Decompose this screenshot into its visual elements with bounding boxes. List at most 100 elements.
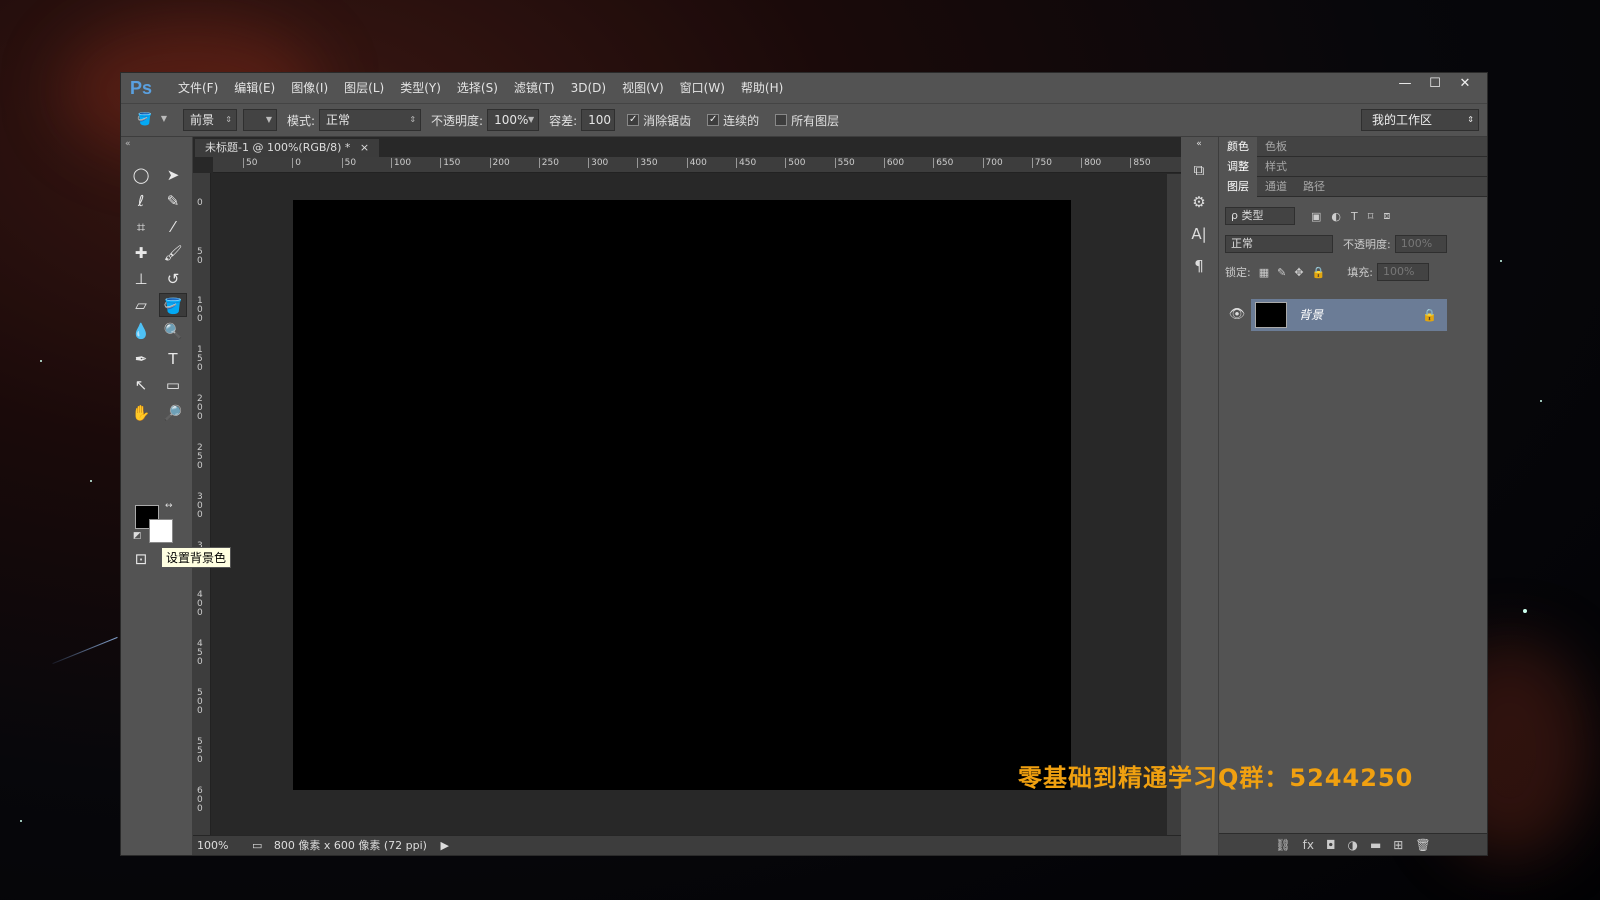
tool-preset-picker[interactable]: 🪣 ▼ (131, 109, 171, 131)
all-layers-checkbox[interactable] (775, 114, 788, 126)
collapse-toolbox-icon[interactable]: « (125, 139, 131, 149)
quick-select-tool-icon[interactable]: ✎ (159, 189, 187, 213)
paint-bucket-tool-icon[interactable]: 🪣 (159, 293, 187, 317)
mode-label: 模式: (287, 113, 316, 128)
crop-tool-icon[interactable]: ⌗ (127, 215, 155, 239)
menu-edit[interactable]: 编辑(E) (226, 73, 283, 103)
add-mask-icon[interactable]: ◘ (1326, 838, 1336, 852)
contiguous-checkbox[interactable]: ✓ (707, 114, 720, 126)
filter-shape-icon[interactable]: ⌑ (1368, 210, 1374, 223)
dodge-tool-icon[interactable]: 🔍 (159, 319, 187, 343)
fx-icon[interactable]: fx (1303, 838, 1314, 852)
paragraph-panel-icon[interactable]: ¶ (1181, 253, 1217, 279)
filter-pixel-icon[interactable]: ▣ (1311, 210, 1321, 223)
adjustment-layer-icon[interactable]: ◑ (1347, 838, 1357, 852)
filter-adjustment-icon[interactable]: ◐ (1331, 210, 1341, 223)
mode-select[interactable]: 正常 ⇕ (319, 109, 422, 131)
pen-tool-icon[interactable]: ✒ (127, 347, 155, 371)
history-brush-tool-icon[interactable]: ↺ (159, 267, 187, 291)
tab-channels[interactable]: 通道 (1257, 177, 1295, 197)
hand-tool-icon[interactable]: ✋ (127, 401, 155, 425)
layer-filter-select[interactable]: ρ 类型 (1225, 207, 1295, 225)
menu-select[interactable]: 选择(S) (449, 73, 506, 103)
opacity-input[interactable]: 100% ▼ (487, 109, 540, 131)
layer-row[interactable]: 👁 背景 🔒 (1225, 299, 1447, 331)
tab-color[interactable]: 颜色 (1219, 136, 1257, 157)
eyedropper-tool-icon[interactable]: ⁄ (159, 215, 187, 239)
panels-dock: 颜色 色板 调整 样式 图层 通道 路径 ρ 类型 ▣ ◐ T ⌑ ⧈ 正常 不… (1219, 136, 1487, 855)
brush-tool-icon[interactable]: 🖌 (159, 241, 187, 265)
menu-help[interactable]: 帮助(H) (733, 73, 791, 103)
filter-smart-object-icon[interactable]: ⧈ (1383, 209, 1390, 223)
menu-file[interactable]: 文件(F) (170, 73, 226, 103)
eraser-tool-icon[interactable]: ▱ (127, 293, 155, 317)
path-select-tool-icon[interactable]: ↖ (127, 373, 155, 397)
healing-brush-tool-icon[interactable]: ✚ (127, 241, 155, 265)
clone-stamp-tool-icon[interactable]: ⊥ (127, 267, 155, 291)
tab-swatches[interactable]: 色板 (1257, 137, 1295, 157)
blur-tool-icon[interactable]: 💧 (127, 319, 155, 343)
tolerance-input[interactable]: 100 (581, 109, 616, 131)
ruler-tick-label: 200 (489, 158, 510, 168)
layer-body[interactable]: 背景 🔒 (1251, 299, 1447, 331)
default-colors-icon[interactable]: ◩ (133, 531, 142, 541)
layer-opacity-input[interactable]: 100% (1394, 235, 1447, 253)
zoom-level[interactable]: 100% (197, 839, 228, 852)
trash-icon[interactable]: 🗑 (1415, 838, 1430, 852)
eye-icon[interactable]: 👁 (1225, 299, 1249, 331)
close-button[interactable]: ✕ (1451, 73, 1479, 95)
minimize-button[interactable]: — (1391, 73, 1419, 95)
maximize-button[interactable]: ☐ (1421, 73, 1449, 95)
lock-transparency-icon[interactable]: ▦ (1259, 266, 1269, 279)
menu-view[interactable]: 视图(V) (614, 73, 672, 103)
new-group-icon[interactable]: ▬ (1370, 838, 1381, 852)
menu-image[interactable]: 图像(I) (283, 73, 336, 103)
tab-layers[interactable]: 图层 (1219, 176, 1257, 197)
ruler-tick-label: 350 (637, 158, 658, 168)
menu-layer[interactable]: 图层(L) (336, 73, 392, 103)
properties-panel-icon[interactable]: ⚙ (1181, 189, 1217, 215)
menu-window[interactable]: 窗口(W) (672, 73, 733, 103)
lasso-tool-icon[interactable]: ℓ (127, 189, 155, 213)
vertical-scrollbar[interactable] (1167, 174, 1181, 835)
background-color-swatch[interactable] (149, 519, 173, 543)
lock-all-icon[interactable]: 🔒 (1312, 266, 1326, 279)
close-tab-icon[interactable]: × (360, 141, 369, 154)
ruler-tick-label: 50 (341, 158, 356, 168)
history-panel-icon[interactable]: ⧉ (1181, 157, 1217, 183)
quick-mask-icon[interactable]: ⊡ (127, 547, 155, 571)
move-tool-icon[interactable]: ➤ (159, 163, 187, 187)
type-tool-icon[interactable]: T (159, 347, 187, 371)
ruler-tick-label: 300 (588, 158, 608, 168)
lock-position-icon[interactable]: ✥ (1294, 266, 1303, 279)
tab-adjustments[interactable]: 调整 (1219, 156, 1257, 177)
star (40, 360, 42, 362)
rectangle-tool-icon[interactable]: ▭ (159, 373, 187, 397)
document-tab[interactable]: 未标题-1 @ 100%(RGB/8) * × (195, 139, 380, 157)
new-layer-icon[interactable]: ⊞ (1393, 838, 1403, 852)
menu-3d[interactable]: 3D(D) (563, 73, 614, 103)
antialias-checkbox[interactable]: ✓ (627, 114, 640, 126)
tab-styles[interactable]: 样式 (1257, 157, 1295, 177)
tab-paths[interactable]: 路径 (1295, 177, 1333, 197)
marquee-tool-icon[interactable]: ◯ (127, 163, 155, 187)
workspace-value: 我的工作区 (1372, 113, 1433, 127)
expand-strip-icon[interactable]: « (1181, 137, 1217, 151)
zoom-tool-icon[interactable]: 🔎 (159, 401, 187, 425)
character-panel-icon[interactable]: A| (1181, 221, 1217, 247)
adjustments-panel-tabs: 调整 样式 (1219, 156, 1487, 177)
fill-input[interactable]: 100% (1376, 263, 1429, 281)
workspace-select[interactable]: 我的工作区 ⇕ (1361, 109, 1479, 131)
document-info: 800 像素 x 600 像素 (72 ppi) (273, 839, 427, 852)
swap-colors-icon[interactable]: ↔ (165, 501, 173, 511)
link-layers-icon[interactable]: ⛓ (1275, 838, 1290, 852)
blend-mode-select[interactable]: 正常 (1225, 235, 1333, 253)
fill-source-select[interactable]: 前景 ⇕ (183, 109, 237, 131)
status-menu-arrow-icon[interactable]: ▶ (440, 839, 448, 852)
pattern-picker[interactable]: ▼ (243, 109, 277, 131)
lock-pixels-icon[interactable]: ✎ (1277, 266, 1286, 279)
filter-type-icon[interactable]: T (1351, 210, 1358, 223)
document-canvas[interactable] (293, 200, 1071, 790)
menu-filter[interactable]: 滤镜(T) (506, 73, 563, 103)
menu-type[interactable]: 类型(Y) (392, 73, 449, 103)
